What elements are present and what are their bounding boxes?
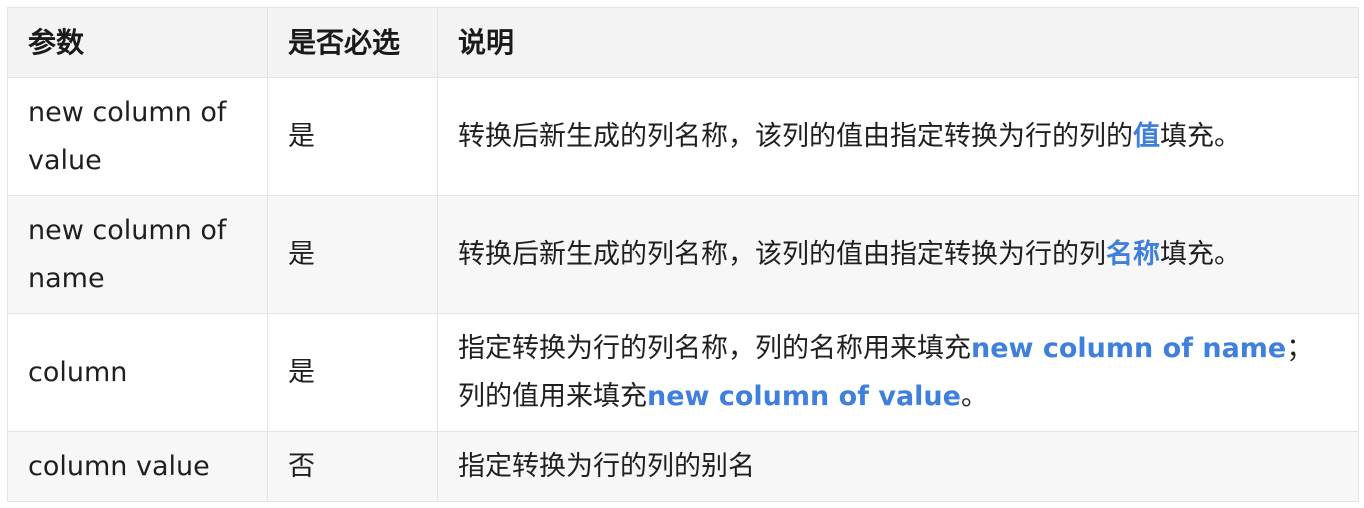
description-text: 填充。 bbox=[1160, 238, 1241, 270]
table-row: column value 否 指定转换为行的列的别名 bbox=[7, 431, 1359, 502]
table-header: 参数 是否必选 说明 bbox=[7, 7, 1359, 78]
description-text: 填充。 bbox=[1160, 120, 1241, 152]
param-name-cell: column bbox=[7, 313, 268, 432]
table-row: new column of name 是 转换后新生成的列名称，该列的值由指定转… bbox=[7, 195, 1359, 314]
description-highlight: new column of value bbox=[647, 380, 961, 412]
description-cell: 转换后新生成的列名称，该列的值由指定转换为行的列的值填充。 bbox=[437, 77, 1359, 196]
description-cell: 转换后新生成的列名称，该列的值由指定转换为行的列名称填充。 bbox=[437, 195, 1359, 314]
description-highlight: new column of name bbox=[971, 332, 1287, 364]
description-highlight: 值 bbox=[1133, 120, 1160, 152]
table-row: column 是 指定转换为行的列名称，列的名称用来填充new column o… bbox=[7, 313, 1359, 432]
parameter-table: 参数 是否必选 说明 new column of value 是 转换后新生成的… bbox=[7, 7, 1359, 502]
table-body: new column of value 是 转换后新生成的列名称，该列的值由指定… bbox=[7, 77, 1359, 502]
header-param: 参数 bbox=[7, 7, 268, 78]
required-cell: 否 bbox=[267, 431, 438, 502]
description-cell: 指定转换为行的列的别名 bbox=[437, 431, 1359, 502]
description-text: 转换后新生成的列名称，该列的值由指定转换为行的列 bbox=[458, 238, 1106, 270]
header-row: 参数 是否必选 说明 bbox=[7, 7, 1359, 78]
param-name-cell: new column of value bbox=[7, 77, 268, 196]
description-highlight: 名称 bbox=[1106, 238, 1160, 270]
table-row: new column of value 是 转换后新生成的列名称，该列的值由指定… bbox=[7, 77, 1359, 196]
required-cell: 是 bbox=[267, 195, 438, 314]
description-text: 。 bbox=[960, 380, 988, 412]
description-cell: 指定转换为行的列名称，列的名称用来填充new column of name；列的… bbox=[437, 313, 1359, 432]
header-description: 说明 bbox=[437, 7, 1359, 78]
description-text: 指定转换为行的列名称，列的名称用来填充 bbox=[458, 332, 971, 364]
page: 参数 是否必选 说明 new column of value 是 转换后新生成的… bbox=[0, 0, 1364, 508]
description-text: 指定转换为行的列的别名 bbox=[458, 450, 755, 482]
param-name-cell: column value bbox=[7, 431, 268, 502]
header-required: 是否必选 bbox=[267, 7, 438, 78]
param-name-cell: new column of name bbox=[7, 195, 268, 314]
required-cell: 是 bbox=[267, 313, 438, 432]
required-cell: 是 bbox=[267, 77, 438, 196]
description-text: 转换后新生成的列名称，该列的值由指定转换为行的列的 bbox=[458, 120, 1133, 152]
